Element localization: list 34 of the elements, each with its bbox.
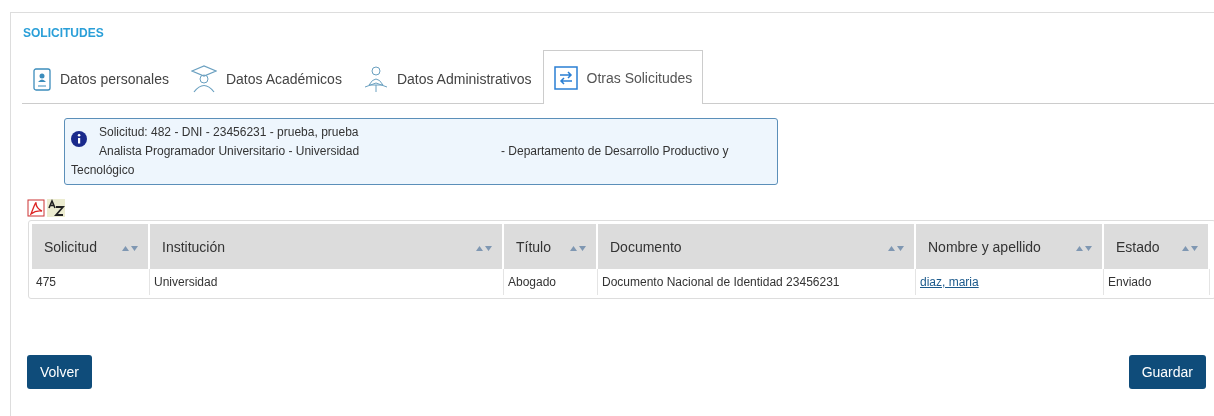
sort-arrows-icon xyxy=(888,245,904,252)
id-card-icon xyxy=(33,67,51,91)
swap-icon xyxy=(553,65,578,90)
section-title: SOLICITUDES xyxy=(23,26,105,40)
column-header[interactable]: Nombre y apellido xyxy=(916,224,1104,269)
tab[interactable]: Otras Solicitudes xyxy=(542,50,704,104)
table-cell: Documento Nacional de Identidad 23456231 xyxy=(602,275,840,289)
info-text: Analista Programador Universitario - Universidad - Departamento de Desarrollo Productivo y Tecnológico xyxy=(71,143,730,179)
sort-icon[interactable] xyxy=(47,199,65,217)
table-cell: Enviado xyxy=(1108,275,1152,289)
column-header[interactable]: Título xyxy=(504,224,598,269)
sort-arrows-icon xyxy=(1076,245,1092,252)
column-header[interactable]: Institución xyxy=(150,224,504,269)
table-cell: 475 xyxy=(36,275,57,289)
person-icon xyxy=(363,65,388,93)
sort-arrows-icon xyxy=(122,245,138,252)
tab[interactable]: Datos personales xyxy=(22,53,180,104)
table-cell: Universidad xyxy=(154,275,218,289)
tab[interactable]: Datos Administrativos xyxy=(352,53,543,104)
column-header[interactable]: Estado xyxy=(1104,224,1210,269)
column-header[interactable]: Solicitud xyxy=(32,224,150,269)
column-header[interactable]: Documento xyxy=(598,224,916,269)
info-text: Solicitud: 482 - DNI - 23456231 - prueba, prueba xyxy=(99,124,360,141)
pdf-icon[interactable] xyxy=(27,199,45,217)
sort-arrows-icon xyxy=(570,245,586,252)
tab[interactable]: Datos Académicos xyxy=(179,53,353,104)
save-button[interactable]: Guardar xyxy=(1128,355,1206,389)
sort-arrows-icon xyxy=(476,245,492,252)
name-link[interactable]: diaz, maria xyxy=(920,275,979,289)
sort-arrows-icon xyxy=(1182,245,1198,252)
table-cell: Abogado xyxy=(508,275,557,289)
back-button[interactable]: Volver xyxy=(27,355,92,389)
graduate-icon xyxy=(190,65,217,93)
info-icon xyxy=(71,131,87,147)
